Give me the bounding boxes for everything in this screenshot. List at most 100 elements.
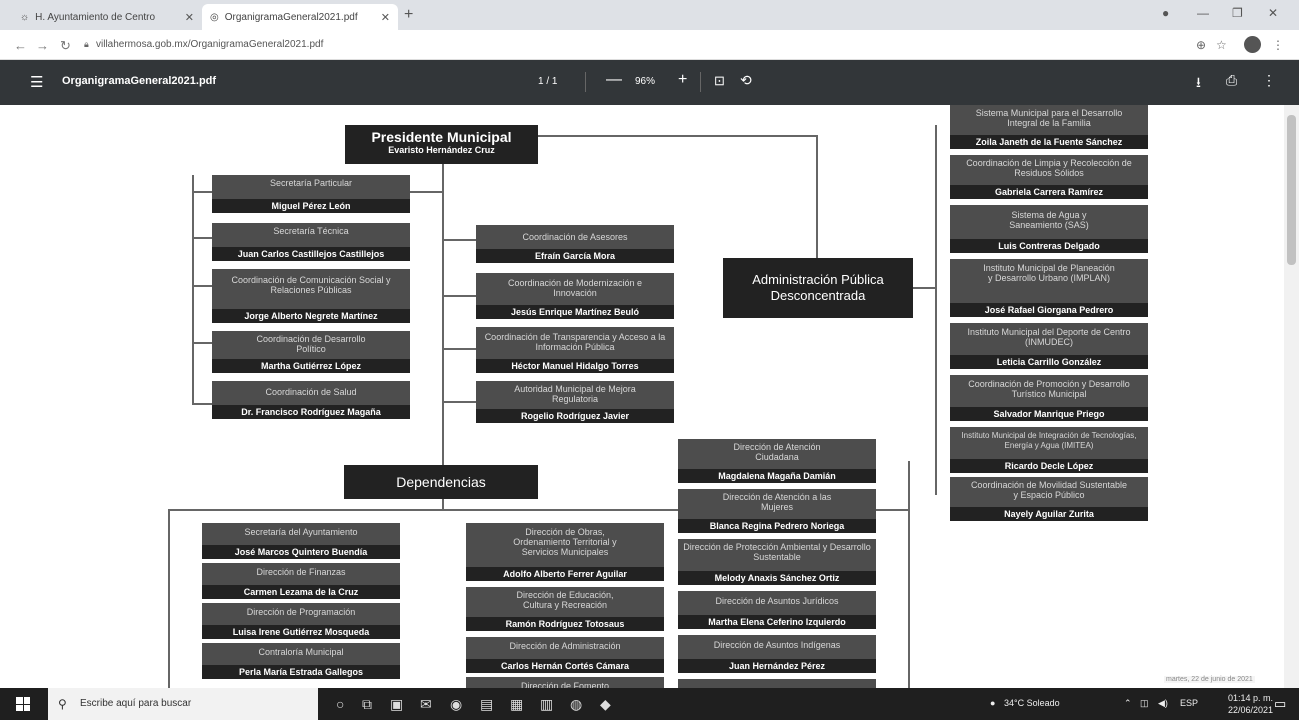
notification-icon[interactable]: ▭ — [1274, 696, 1286, 712]
reload-icon[interactable]: ↻ — [60, 38, 71, 54]
fit-page-icon[interactable]: ⊡ — [714, 73, 725, 89]
task-view-icon[interactable]: ⧉ — [362, 696, 372, 713]
org-box: Coordinación de Movilidad Sustentable y … — [950, 477, 1148, 521]
rotate-icon[interactable]: ⟲ — [740, 72, 752, 89]
zoom-in-icon[interactable]: + — [678, 71, 687, 89]
zoom-icon[interactable]: ⊕ — [1196, 38, 1206, 52]
lock-icon[interactable]: 🔒︎ — [84, 39, 89, 50]
more-options-icon[interactable]: ⋮ — [1262, 72, 1276, 89]
cortana-icon[interactable]: ○ — [336, 696, 344, 712]
org-box-title: Dirección de Asuntos Jurídicos — [715, 596, 839, 606]
forward-icon[interactable]: → — [36, 38, 49, 53]
tray-chevron-icon[interactable]: ⌃ — [1124, 698, 1132, 709]
close-window-icon[interactable]: ✕ — [1268, 6, 1278, 20]
org-box-title: Sistema de Agua y Saneamiento (SAS) — [1009, 210, 1089, 230]
org-box: Dirección de Asuntos Jurídicos Martha El… — [678, 591, 876, 629]
zoom-level[interactable]: 96% — [635, 76, 655, 87]
browser-menu-icon[interactable]: ⋮ — [1272, 38, 1284, 52]
connector-line — [912, 287, 936, 289]
org-box-name: Carmen Lezama de la Cruz — [202, 585, 400, 599]
org-box-name: Dr. Francisco Rodríguez Magaña — [212, 405, 410, 419]
org-box-title: Coordinación de Desarrollo Político — [256, 334, 366, 354]
org-box: Dirección de Fomento — [466, 677, 664, 688]
org-box-title: Secretaría Particular — [269, 178, 353, 188]
clock[interactable]: 01:14 p. m. 22/06/2021 — [1228, 692, 1273, 716]
org-box-name: Leticia Carrillo González — [950, 355, 1148, 369]
org-box-title: Dirección de Atención Ciudadana — [733, 442, 821, 462]
org-box-name: José Marcos Quintero Buendía — [202, 545, 400, 559]
weather-text[interactable]: 34°C Soleado — [1004, 698, 1060, 708]
page-indicator[interactable]: 1 / 1 — [538, 76, 557, 87]
org-box: Coordinación de Modernización e Innovaci… — [476, 273, 674, 319]
connector-line — [168, 509, 170, 688]
org-box: Secretaría del Ayuntamiento José Marcos … — [202, 523, 400, 559]
store-icon[interactable]: ▣ — [390, 696, 403, 713]
download-icon[interactable]: ⭳ — [1196, 72, 1201, 96]
bookmark-star-icon[interactable]: ☆ — [1216, 38, 1227, 52]
explorer-icon[interactable]: ▤ — [480, 696, 493, 713]
org-box-name: Jesús Enrique Martínez Beuló — [476, 305, 674, 319]
browser-tab-bar: ☼ H. Ayuntamiento de Centro ✕ ◎ Organigr… — [0, 0, 1299, 30]
zoom-out-icon[interactable]: — — [606, 71, 622, 89]
org-box-title: Sistema Municipal para el Desarrollo Int… — [975, 108, 1123, 128]
back-icon[interactable]: ← — [14, 38, 27, 53]
org-box: Coordinación de Limpia y Recolección de … — [950, 155, 1148, 199]
close-tab-icon[interactable]: ✕ — [381, 11, 390, 24]
network-icon[interactable]: ◫ — [1140, 698, 1149, 709]
org-box: Sistema de Agua y Saneamiento (SAS) Luis… — [950, 205, 1148, 253]
org-box-title: Dirección de Atención a las Mujeres — [722, 492, 832, 512]
org-box-title: Dirección de Administración — [509, 641, 621, 651]
excel-icon[interactable]: ▦ — [510, 696, 523, 713]
org-box — [678, 679, 876, 688]
hamburger-menu-icon[interactable]: ☰ — [30, 73, 43, 91]
close-tab-icon[interactable]: ✕ — [185, 11, 194, 24]
dependencias-box: Dependencias — [344, 465, 538, 499]
volume-icon[interactable]: ◀) — [1158, 698, 1168, 709]
pdf-filename: OrganigramaGeneral2021.pdf — [62, 75, 217, 87]
org-box-title: Coordinación de Modernización e Innovaci… — [507, 278, 643, 298]
word-icon[interactable]: ▥ — [540, 696, 553, 713]
org-box-title: Instituto Municipal del Deporte de Centr… — [967, 327, 1131, 347]
tab-title: OrganigramaGeneral2021.pdf — [224, 11, 358, 23]
maximize-icon[interactable]: ❐ — [1232, 6, 1243, 20]
connector-line — [192, 285, 212, 287]
pdf-scrollbar[interactable] — [1284, 105, 1299, 688]
connector-line — [192, 342, 212, 344]
taskbar-search-input[interactable]: ⚲ Escribe aquí para buscar — [48, 688, 318, 720]
url-field[interactable]: villahermosa.gob.mx/OrganigramaGeneral20… — [96, 39, 323, 50]
org-box: Instituto Municipal del Deporte de Centr… — [950, 323, 1148, 369]
pdf-page[interactable]: Presidente Municipal Evaristo Hernández … — [0, 105, 1284, 688]
org-box-title: Dirección de Asuntos Indígenas — [713, 640, 841, 650]
connector-line — [444, 295, 476, 297]
org-box: Instituto Municipal de Integración de Te… — [950, 427, 1148, 473]
language-indicator[interactable]: ESP — [1180, 698, 1198, 708]
org-box-title: Coordinación de Salud — [265, 387, 357, 397]
new-tab-icon[interactable]: + — [404, 6, 413, 24]
print-icon[interactable]: ⎙ — [1226, 72, 1237, 89]
org-box-title: Dirección de Fomento — [520, 681, 610, 688]
org-box: Coordinación de Asesores Efraín García M… — [476, 225, 674, 263]
org-box-name: Ricardo Decle López — [950, 459, 1148, 473]
chrome-icon[interactable]: ◍ — [570, 696, 582, 713]
mail-icon[interactable]: ✉ — [420, 696, 432, 713]
app-icon[interactable]: ◆ — [600, 696, 611, 713]
weather-sun-icon[interactable]: ● — [990, 698, 995, 708]
windows-start-icon[interactable] — [16, 697, 30, 711]
minimize-icon[interactable]: — — [1197, 6, 1209, 20]
page-favicon-icon: ☼ — [20, 11, 30, 23]
org-box-name: Nayely Aguilar Zurita — [950, 507, 1148, 521]
connector-line — [192, 237, 212, 239]
tab-ayuntamiento[interactable]: ☼ H. Ayuntamiento de Centro ✕ — [12, 4, 202, 30]
org-box-name: Jorge Alberto Negrete Martínez — [212, 309, 410, 323]
scrollbar-thumb[interactable] — [1287, 115, 1296, 265]
org-box: Dirección de Protección Ambiental y Desa… — [678, 539, 876, 585]
edge-icon[interactable]: ◉ — [450, 696, 462, 713]
toolbar-divider — [700, 72, 701, 92]
profile-avatar[interactable] — [1244, 36, 1261, 53]
org-box: Dirección de Obras, Ordenamiento Territo… — [466, 523, 664, 581]
org-box: Coordinación de Transparencia y Acceso a… — [476, 327, 674, 373]
connector-line — [444, 348, 476, 350]
record-icon[interactable]: ● — [1162, 6, 1169, 20]
org-box-name: Carlos Hernán Cortés Cámara — [466, 659, 664, 673]
tab-organigrama[interactable]: ◎ OrganigramaGeneral2021.pdf ✕ — [202, 4, 398, 30]
